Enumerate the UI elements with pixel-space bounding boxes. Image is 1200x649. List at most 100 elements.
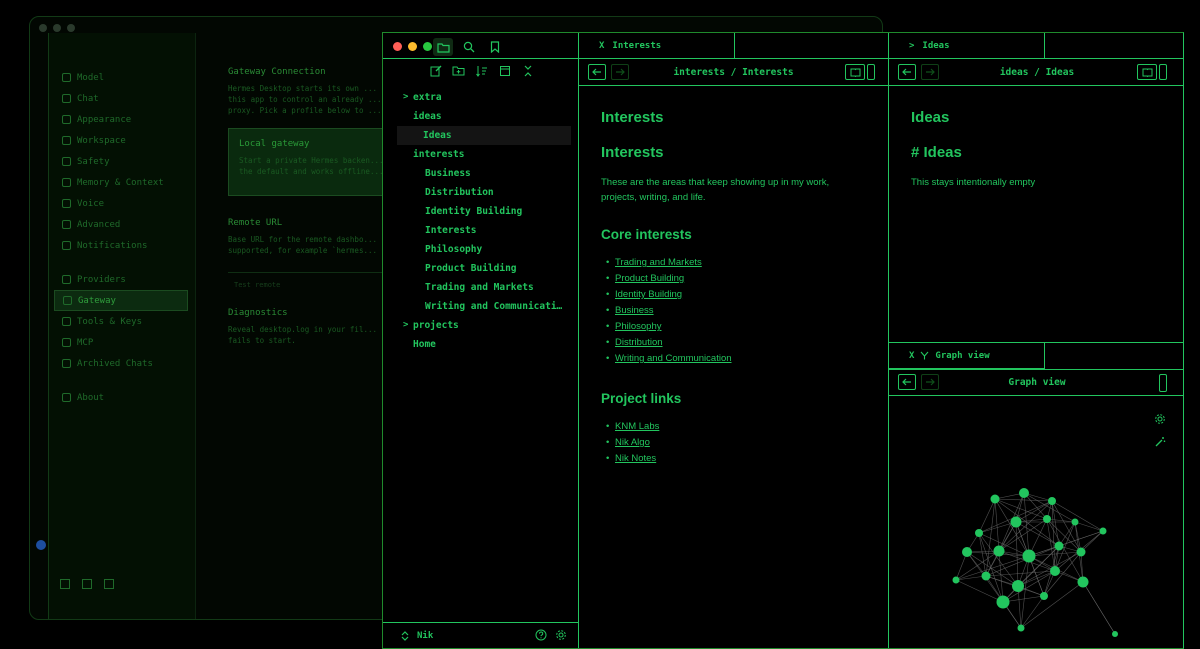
tree-file[interactable]: Writing and Communicati… [395, 297, 571, 316]
tree-label: ideas [413, 111, 442, 122]
settings-nav-notifications[interactable]: Notifications [54, 235, 188, 256]
graph-node [996, 595, 1010, 609]
core-interests-heading: Core interests [601, 227, 692, 242]
tree-folder[interactable]: interests [395, 145, 571, 164]
gear-icon[interactable] [555, 629, 567, 641]
settings-nav-providers[interactable]: Providers [54, 269, 188, 290]
bookmark-icon [490, 41, 500, 53]
tree-file[interactable]: Product Building [395, 259, 571, 278]
file-explorer: > extra ideas Ideas interests Business Distrib… [383, 33, 579, 648]
settings-nav-appearance[interactable]: Appearance [54, 109, 188, 130]
internal-link[interactable]: Philosophy [615, 321, 661, 332]
memory-icon [62, 178, 71, 187]
tree-folder[interactable]: ideas [395, 107, 571, 126]
close-tab-icon[interactable]: X [909, 351, 914, 361]
settings-nav-safety[interactable]: Safety [54, 151, 188, 172]
gateway-icon [63, 296, 72, 305]
internal-link[interactable]: Nik Notes [615, 453, 656, 464]
settings-nav-memory-context[interactable]: Memory & Context [54, 172, 188, 193]
tree-file[interactable]: Distribution [395, 183, 571, 202]
internal-link[interactable]: KNM Labs [615, 421, 659, 432]
new-note-button[interactable] [429, 64, 442, 77]
tree-file[interactable]: Trading and Markets [395, 278, 571, 297]
tree-folder[interactable]: > extra [395, 88, 571, 107]
graph-node [1017, 624, 1025, 632]
internal-link[interactable]: Writing and Communication [615, 353, 732, 364]
forward-button[interactable] [921, 374, 939, 390]
ideas-tabbar: > Ideas [889, 33, 1183, 59]
search-tab[interactable] [459, 38, 479, 56]
tab-ideas[interactable]: > Ideas [889, 33, 1045, 59]
close-window-button[interactable] [393, 42, 402, 51]
settings-nav-gateway[interactable]: Gateway [54, 290, 188, 311]
settings-nav-workspace[interactable]: Workspace [54, 130, 188, 151]
tree-file[interactable]: Interests [395, 221, 571, 240]
settings-nav-voice[interactable]: Voice [54, 193, 188, 214]
upload-icon[interactable] [82, 579, 92, 589]
settings-nav-mcp[interactable]: MCP [54, 332, 188, 353]
internal-link[interactable]: Trading and Markets [615, 257, 702, 268]
close-tab-icon[interactable]: X [599, 41, 604, 51]
bell-icon [62, 241, 71, 250]
info-icon [62, 393, 71, 402]
graph-canvas[interactable] [889, 396, 1184, 646]
graph-node [990, 494, 1000, 504]
back-button[interactable] [588, 64, 606, 80]
settings-nav-model[interactable]: Model [54, 67, 188, 88]
minimize-window-button[interactable] [408, 42, 417, 51]
settings-nav-about[interactable]: About [54, 387, 188, 408]
arrow-left-icon [592, 68, 601, 76]
vault-switcher[interactable]: Nik [401, 631, 433, 641]
tree-folder[interactable]: Home [395, 335, 571, 354]
tree-label: extra [413, 92, 442, 103]
tree-file[interactable]: Philosophy [395, 240, 571, 259]
graph-edge [1058, 530, 1104, 547]
settings-nav-chat[interactable]: Chat [54, 88, 188, 109]
tree-label: Product Building [425, 263, 517, 274]
graph-edge [994, 498, 1053, 502]
settings-nav-tools-keys[interactable]: Tools & Keys [54, 311, 188, 332]
tree-folder[interactable]: > projects [395, 316, 571, 335]
internal-link[interactable]: Business [615, 305, 654, 316]
sort-button[interactable] [475, 64, 488, 77]
settings-nav-archived-chats[interactable]: Archived Chats [54, 353, 188, 374]
auto-reveal-button[interactable] [498, 64, 511, 77]
more-options-button[interactable] [1159, 64, 1167, 80]
download-icon[interactable] [60, 579, 70, 589]
graph-node [1019, 488, 1029, 498]
files-tab[interactable] [433, 38, 453, 56]
graph-node [1022, 549, 1036, 563]
tab-graph-view[interactable]: X Graph view [889, 343, 1045, 369]
refresh-icon[interactable] [104, 579, 114, 589]
ideas-navbar: ideas / Ideas [889, 59, 1183, 86]
internal-link[interactable]: Nik Algo [615, 437, 650, 448]
tree-file[interactable]: Ideas [397, 126, 571, 145]
tree-file[interactable]: Identity Building [395, 202, 571, 221]
internal-link[interactable]: Product Building [615, 273, 684, 284]
remote-test-input[interactable]: Test remote [228, 272, 398, 292]
settings-nav-advanced[interactable]: Advanced [54, 214, 188, 235]
maximize-window-button[interactable] [423, 42, 432, 51]
collapse-all-button[interactable] [521, 64, 534, 77]
explorer-actions [429, 64, 534, 77]
internal-link[interactable]: Distribution [615, 337, 663, 348]
chat-icon [62, 94, 71, 103]
tree-file[interactable]: Business [395, 164, 571, 183]
tab-interests[interactable]: X Interests [579, 33, 735, 59]
more-options-button[interactable] [867, 64, 875, 80]
help-icon[interactable] [535, 629, 547, 641]
bookmarks-tab[interactable] [485, 38, 505, 56]
bg-window-controls [39, 24, 75, 32]
new-folder-button[interactable] [452, 64, 465, 77]
safety-icon [62, 157, 71, 166]
local-gateway-card[interactable]: Local gateway Start a private Hermes bac… [228, 128, 398, 196]
forward-button[interactable] [921, 64, 939, 80]
back-button[interactable] [898, 64, 916, 80]
reading-view-button[interactable] [1137, 64, 1157, 80]
reading-view-button[interactable] [845, 64, 865, 80]
list-item: Trading and Markets [601, 255, 863, 271]
more-options-button[interactable] [1159, 374, 1167, 392]
forward-button[interactable] [611, 64, 629, 80]
internal-link[interactable]: Identity Building [615, 289, 682, 300]
back-button[interactable] [898, 374, 916, 390]
